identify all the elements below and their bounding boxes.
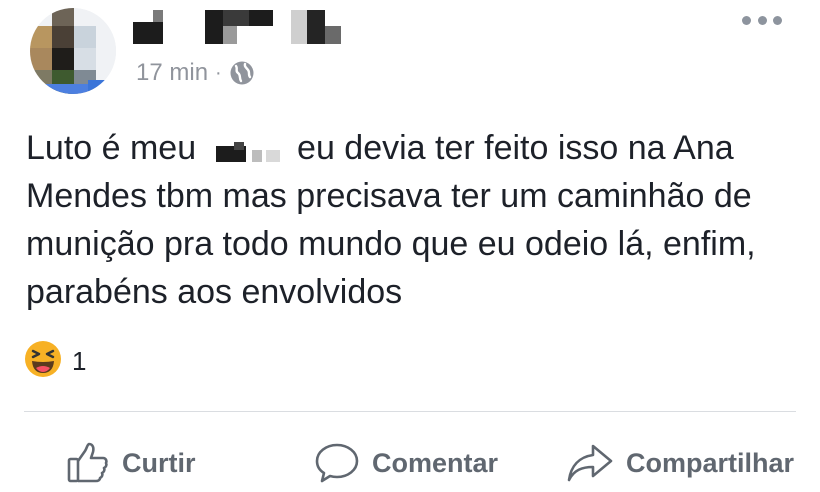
globe-icon[interactable] <box>229 60 255 86</box>
censor-block <box>249 10 273 26</box>
like-label: Curtir <box>122 447 196 478</box>
more-dot-icon <box>742 15 751 25</box>
censor-block <box>133 22 163 44</box>
comment-button[interactable]: Comentar <box>314 438 498 488</box>
censor-block <box>153 10 163 22</box>
avatar-pixel <box>74 26 96 48</box>
censor-block <box>223 10 249 26</box>
more-options-button[interactable] <box>742 10 782 30</box>
more-dot-icon <box>773 15 782 25</box>
avatar-pixel <box>88 80 116 94</box>
avatar[interactable] <box>30 8 116 94</box>
reactions-summary[interactable]: 1 <box>24 340 86 383</box>
post-text-start: Luto é meu <box>26 129 197 167</box>
avatar-pixel <box>74 48 96 70</box>
avatar-pixel <box>52 8 74 26</box>
comment-bubble-icon <box>314 441 372 485</box>
censor-block <box>325 26 341 44</box>
censor-block <box>291 10 307 44</box>
censor-block <box>205 10 223 44</box>
haha-emoji-icon <box>24 340 62 383</box>
avatar-pixel <box>52 26 74 48</box>
comment-label: Comentar <box>372 447 499 478</box>
share-button[interactable]: Compartilhar <box>566 438 794 488</box>
censor-block <box>307 10 325 44</box>
avatar-pixel <box>30 84 88 94</box>
share-arrow-icon <box>566 441 626 485</box>
like-button[interactable]: Curtir <box>66 438 196 488</box>
avatar-pixel <box>30 48 52 70</box>
post-text: Luto é meu eu devia ter feito isso na An… <box>26 124 806 316</box>
reaction-count: 1 <box>72 346 87 376</box>
avatar-pixel <box>30 26 52 48</box>
post-timestamp[interactable]: 17 min <box>136 59 208 87</box>
share-label: Compartilhar <box>626 447 795 478</box>
post-meta: 17 min · <box>136 58 255 88</box>
meta-separator: · <box>215 61 222 84</box>
avatar-pixel <box>52 48 74 70</box>
censored-word <box>208 138 286 163</box>
more-dot-icon <box>757 15 767 25</box>
censor-block <box>223 26 237 44</box>
thumbs-up-icon <box>66 441 122 485</box>
divider <box>24 411 796 412</box>
